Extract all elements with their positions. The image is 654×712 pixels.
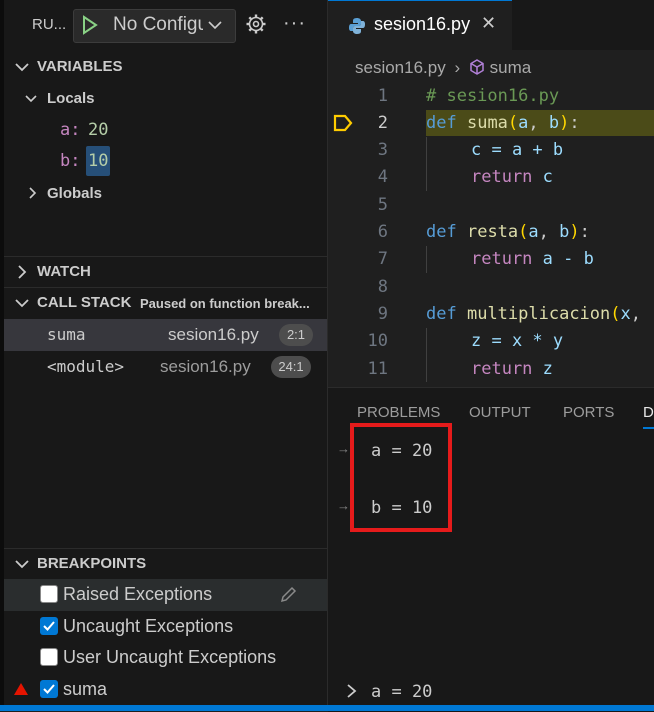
- variables-section-header[interactable]: VARIABLES: [4, 52, 327, 82]
- run-and-debug-title: RU...: [32, 16, 67, 33]
- code-line: def multiplicacion(x,: [426, 304, 642, 324]
- line-number: 11: [367, 359, 388, 379]
- code-line: return c: [471, 167, 553, 187]
- globals-label: Globals: [47, 185, 103, 202]
- locals-label: Locals: [47, 90, 95, 107]
- checkmark-icon: [43, 684, 55, 694]
- variable-row[interactable]: a: 20: [4, 116, 327, 144]
- start-debugging-icon[interactable]: [82, 15, 98, 35]
- stack-frame[interactable]: suma sesion16.py 2:1: [4, 319, 327, 351]
- breakpoint-label: Uncaught Exceptions: [63, 616, 234, 636]
- line-number: 7: [377, 249, 388, 269]
- breakpoint-checkbox[interactable]: [40, 648, 58, 666]
- frame-function: <module>: [47, 357, 125, 376]
- more-actions-icon[interactable]: ···: [283, 12, 306, 35]
- line-number: 2: [377, 113, 388, 133]
- code-line: def suma(a, b):: [426, 113, 580, 133]
- code-line: return a - b: [471, 249, 594, 269]
- code-line: c = a + b: [471, 140, 564, 160]
- edit-pencil-icon[interactable]: [278, 585, 298, 605]
- chevron-down-icon: [15, 560, 29, 569]
- debug-console-input[interactable]: a = 20: [371, 682, 432, 702]
- highlight-box: [350, 423, 452, 532]
- frame-position-badge: 24:1: [271, 356, 311, 378]
- breakpoints-title: BREAKPOINTS: [37, 555, 147, 572]
- call-stack-title: CALL STACK: [37, 294, 132, 311]
- breakpoint-label: Raised Exceptions: [63, 584, 213, 604]
- chevron-right-icon: [18, 265, 27, 279]
- breakpoint-checkbox[interactable]: [40, 680, 58, 698]
- checkmark-icon: [43, 621, 55, 631]
- watch-section-header[interactable]: WATCH: [4, 257, 327, 287]
- breakpoint-label: User Uncaught Exceptions: [63, 647, 277, 667]
- chevron-down-icon: [15, 299, 29, 308]
- chevron-right-icon: ›: [454, 58, 461, 77]
- chevron-down-icon: [15, 63, 29, 72]
- tab-problems[interactable]: PROBLEMS: [357, 404, 440, 421]
- variable-value: 20: [88, 120, 109, 140]
- code-line: z = x * y: [471, 331, 564, 351]
- code-line: # sesion16.py: [426, 86, 560, 106]
- python-file-icon: [349, 18, 365, 34]
- code-line: return z: [471, 359, 553, 379]
- tab-label: sesion16.py: [374, 14, 471, 34]
- paused-status: Paused on function break...: [140, 296, 310, 311]
- breakpoints-section-header[interactable]: BREAKPOINTS: [4, 549, 327, 579]
- tab-ports[interactable]: PORTS: [563, 404, 614, 421]
- function-breakpoint-icon: [14, 683, 28, 695]
- code-line: def resta(a, b):: [426, 222, 590, 242]
- status-bar: [0, 705, 654, 711]
- breakpoint-row[interactable]: suma: [4, 674, 327, 706]
- line-number: 9: [377, 304, 388, 324]
- tab-debug-console[interactable]: D: [643, 404, 654, 421]
- method-symbol-icon: [470, 59, 484, 75]
- variables-title: VARIABLES: [37, 58, 123, 75]
- breakpoint-row[interactable]: User Uncaught Exceptions: [4, 642, 327, 674]
- breakpoint-checkbox[interactable]: [40, 585, 58, 603]
- line-number: 3: [377, 140, 388, 160]
- output-arrow-icon: →: [337, 498, 350, 513]
- line-number: 1: [377, 86, 388, 106]
- chevron-right-icon: [29, 187, 37, 199]
- stack-frame[interactable]: <module> sesion16.py 24:1: [4, 351, 327, 383]
- close-icon[interactable]: ✕: [481, 13, 496, 34]
- line-number: 10: [367, 331, 388, 351]
- frame-file: sesion16.py: [160, 357, 251, 376]
- output-arrow-icon: →: [337, 441, 350, 456]
- breakpoint-row[interactable]: Raised Exceptions: [4, 579, 327, 611]
- variable-name: b:: [60, 151, 81, 171]
- chevron-down-icon[interactable]: [206, 16, 224, 34]
- active-tab-indicator: [643, 427, 654, 429]
- line-number: 4: [377, 167, 388, 187]
- watch-title: WATCH: [37, 263, 91, 280]
- debug-toolbar: RU... No Configu ···: [0, 0, 327, 50]
- line-number: 8: [377, 277, 388, 297]
- breakpoint-label: suma: [63, 679, 108, 699]
- launch-config-label: No Configu: [113, 14, 203, 35]
- breakpoint-row[interactable]: Uncaught Exceptions: [4, 611, 327, 643]
- tab-output[interactable]: OUTPUT: [469, 404, 531, 421]
- breakpoint-checkbox[interactable]: [40, 617, 58, 635]
- gear-icon[interactable]: [245, 13, 267, 35]
- breadcrumb: sesion16.py › suma: [355, 58, 531, 78]
- globals-scope[interactable]: Globals: [4, 180, 327, 208]
- frame-file: sesion16.py: [168, 325, 259, 344]
- frame-function: suma: [47, 325, 86, 344]
- variable-name: a:: [60, 120, 81, 140]
- variable-row[interactable]: b: 10: [4, 146, 327, 176]
- chevron-down-icon: [25, 95, 37, 103]
- variable-value: 10: [88, 151, 109, 171]
- frame-position-badge: 2:1: [279, 324, 313, 346]
- line-number: 5: [377, 195, 388, 215]
- chevron-right-icon: [347, 684, 357, 698]
- line-number: 6: [377, 222, 388, 242]
- locals-scope[interactable]: Locals: [4, 84, 327, 112]
- breadcrumb-symbol[interactable]: suma: [490, 58, 532, 77]
- breadcrumb-file[interactable]: sesion16.py: [355, 58, 446, 77]
